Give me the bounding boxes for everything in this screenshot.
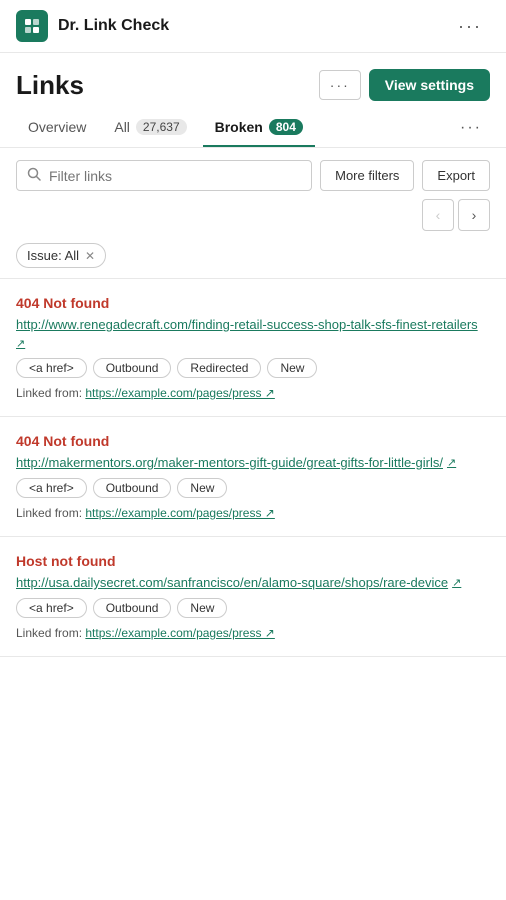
tab-broken-badge: 804 — [269, 119, 303, 135]
prev-page-button[interactable]: ‹ — [422, 199, 454, 231]
error-label: 404 Not found — [16, 295, 490, 311]
error-label: Host not found — [16, 553, 490, 569]
tags-row: <a href> Outbound New — [16, 478, 490, 498]
linked-from-url[interactable]: https://example.com/pages/press ↗ — [85, 626, 274, 640]
linked-from-url[interactable]: https://example.com/pages/press ↗ — [85, 386, 274, 400]
tag-outbound: Outbound — [93, 598, 172, 618]
header-actions: ··· View settings — [319, 69, 490, 101]
tag-href: <a href> — [16, 598, 87, 618]
filter-tag-label: Issue: All — [27, 248, 79, 263]
export-button[interactable]: Export — [422, 160, 490, 191]
error-label: 404 Not found — [16, 433, 490, 449]
tag-href: <a href> — [16, 478, 87, 498]
tags-row: <a href> Outbound New — [16, 598, 490, 618]
external-link-icon: ↗ — [452, 576, 461, 589]
pagination-row: ‹ › — [0, 199, 506, 239]
linked-from: Linked from: https://example.com/pages/p… — [16, 386, 490, 400]
tab-broken[interactable]: Broken 804 — [203, 109, 315, 147]
linked-from-url[interactable]: https://example.com/pages/press ↗ — [85, 506, 274, 520]
top-bar: Dr. Link Check ··· — [0, 0, 506, 53]
tag-new: New — [177, 478, 227, 498]
link-url[interactable]: http://usa.dailysecret.com/sanfrancisco/… — [16, 575, 490, 590]
app-branding: Dr. Link Check — [16, 10, 169, 42]
page-title: Links — [16, 70, 84, 101]
tabs-row: Overview All 27,637 Broken 804 ··· — [0, 109, 506, 148]
tag-redirected: Redirected — [177, 358, 261, 378]
more-options-button[interactable]: ··· — [319, 70, 361, 100]
tag-href: <a href> — [16, 358, 87, 378]
link-url[interactable]: http://www.renegadecraft.com/finding-ret… — [16, 317, 490, 350]
app-title: Dr. Link Check — [58, 17, 169, 35]
tab-all-badge: 27,637 — [136, 119, 187, 135]
link-url[interactable]: http://makermentors.org/maker-mentors-gi… — [16, 455, 490, 470]
search-input[interactable] — [49, 168, 301, 184]
app-menu-button[interactable]: ··· — [450, 12, 490, 41]
tag-outbound: Outbound — [93, 358, 172, 378]
search-box — [16, 160, 312, 191]
active-filter-tag: Issue: All ✕ — [16, 243, 106, 268]
filter-tags: Issue: All ✕ — [0, 239, 506, 278]
tag-new: New — [267, 358, 317, 378]
next-page-button[interactable]: › — [458, 199, 490, 231]
external-link-icon: ↗ — [16, 337, 25, 350]
link-card: Host not found http://usa.dailysecret.co… — [0, 537, 506, 657]
link-cards-list: 404 Not found http://www.renegadecraft.c… — [0, 279, 506, 657]
link-card: 404 Not found http://www.renegadecraft.c… — [0, 279, 506, 417]
linked-from: Linked from: https://example.com/pages/p… — [16, 506, 490, 520]
tags-row: <a href> Outbound Redirected New — [16, 358, 490, 378]
filter-tag-close-button[interactable]: ✕ — [85, 249, 95, 263]
tag-new: New — [177, 598, 227, 618]
filter-row: More filters Export — [0, 148, 506, 199]
tabs-more-button[interactable]: ··· — [452, 113, 490, 143]
link-card: 404 Not found http://makermentors.org/ma… — [0, 417, 506, 537]
tag-outbound: Outbound — [93, 478, 172, 498]
page-header: Links ··· View settings — [0, 53, 506, 109]
tab-all[interactable]: All 27,637 — [102, 109, 198, 147]
search-icon — [27, 167, 41, 184]
more-filters-button[interactable]: More filters — [320, 160, 414, 191]
linked-from: Linked from: https://example.com/pages/p… — [16, 626, 490, 640]
external-link-icon: ↗ — [447, 456, 456, 469]
view-settings-button[interactable]: View settings — [369, 69, 490, 101]
tab-overview[interactable]: Overview — [16, 109, 98, 147]
app-logo — [16, 10, 48, 42]
